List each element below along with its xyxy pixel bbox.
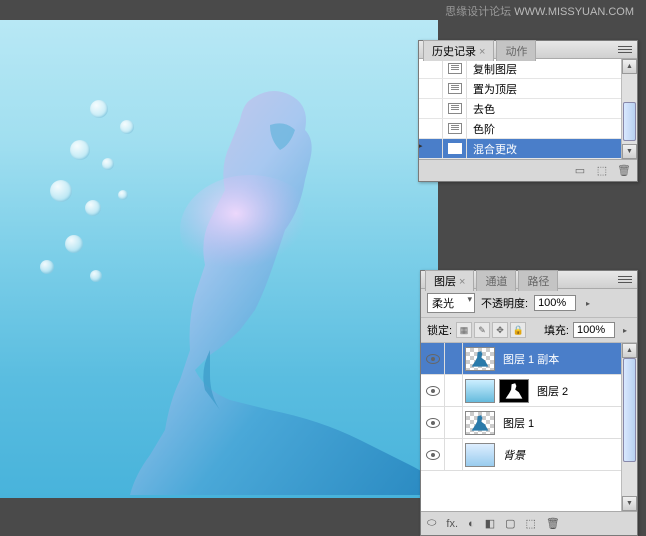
opacity-flyout-icon[interactable]: ▸	[582, 299, 594, 308]
layer-row[interactable]: 图层 1	[421, 407, 621, 439]
lock-paint-icon[interactable]: ✎	[474, 322, 490, 338]
panel-menu-icon[interactable]	[617, 274, 633, 286]
fill-flyout-icon[interactable]: ▸	[619, 326, 631, 335]
history-pointer-icon: ▸	[419, 139, 423, 152]
history-panel-header[interactable]: 历史记录× 动作	[419, 41, 637, 59]
trash-icon[interactable]: 🗑	[617, 164, 631, 178]
history-item[interactable]: 去色	[419, 99, 621, 119]
history-item[interactable]: 复制图层	[419, 59, 621, 79]
tab-history[interactable]: 历史记录×	[423, 40, 494, 61]
layer-row-selected[interactable]: 图层 1 副本	[421, 343, 621, 375]
opacity-label: 不透明度:	[481, 295, 528, 311]
visibility-icon[interactable]	[426, 450, 440, 460]
scroll-down-icon[interactable]: ▼	[622, 144, 637, 159]
layers-panel: 图层× 通道 路径 柔光 不透明度: 100% ▸ 锁定: ▦ ✎ ✥ 🔒 填充:…	[420, 270, 638, 536]
new-doc-icon[interactable]: ⬚	[595, 164, 609, 178]
lock-label: 锁定:	[427, 322, 452, 338]
visibility-icon[interactable]	[426, 354, 440, 364]
scroll-down-icon[interactable]: ▼	[622, 496, 637, 511]
layer-group-icon[interactable]: ▢	[505, 517, 515, 530]
history-list: 复制图层 置为顶层 去色 色阶 ▸混合更改	[419, 59, 621, 159]
watermark: 思缘设计论坛 WWW.MISSYUAN.COM	[445, 3, 634, 19]
layer-thumbnail[interactable]	[465, 379, 495, 403]
scroll-thumb[interactable]	[623, 102, 636, 141]
new-layer-icon[interactable]: ⬚	[526, 517, 536, 530]
history-item[interactable]: 色阶	[419, 119, 621, 139]
fill-label: 填充:	[544, 322, 569, 338]
document-canvas[interactable]	[0, 20, 438, 498]
layer-mask-icon[interactable]: ◐	[468, 518, 475, 530]
scroll-up-icon[interactable]: ▲	[622, 59, 637, 74]
blend-mode-select[interactable]: 柔光	[427, 293, 475, 313]
layer-name[interactable]: 图层 2	[531, 383, 568, 399]
tab-paths[interactable]: 路径	[518, 270, 558, 291]
layers-panel-header[interactable]: 图层× 通道 路径	[421, 271, 637, 289]
layer-thumbnail[interactable]	[465, 411, 495, 435]
visibility-icon[interactable]	[426, 418, 440, 428]
lock-transparency-icon[interactable]: ▦	[456, 322, 472, 338]
history-item[interactable]: 置为顶层	[419, 79, 621, 99]
layer-row[interactable]: 图层 2	[421, 375, 621, 407]
figure-artwork	[110, 80, 438, 498]
history-panel: 历史记录× 动作 复制图层 置为顶层 去色 色阶 ▸混合更改 ▲ ▼ ▭ ⬚ 🗑	[418, 40, 638, 182]
tab-actions[interactable]: 动作	[496, 40, 536, 61]
layer-name[interactable]: 图层 1	[497, 415, 534, 431]
panel-menu-icon[interactable]	[617, 44, 633, 56]
lock-position-icon[interactable]: ✥	[492, 322, 508, 338]
layers-footer: ⬭ fx. ◐ ◧ ▢ ⬚ 🗑	[421, 511, 637, 535]
scrollbar-vertical[interactable]: ▲ ▼	[621, 59, 637, 159]
layer-fx-icon[interactable]: fx.	[446, 518, 458, 530]
layer-thumbnail[interactable]	[465, 443, 495, 467]
new-snapshot-icon[interactable]: ▭	[573, 164, 587, 178]
history-step-icon	[448, 143, 462, 154]
lock-all-icon[interactable]: 🔒	[510, 322, 526, 338]
history-step-icon	[448, 83, 462, 94]
layer-row[interactable]: 背景	[421, 439, 621, 471]
scroll-up-icon[interactable]: ▲	[622, 343, 637, 358]
tab-layers[interactable]: 图层×	[425, 270, 474, 291]
history-step-icon	[448, 123, 462, 134]
trash-icon[interactable]: 🗑	[546, 517, 560, 530]
history-step-icon	[448, 103, 462, 114]
adjustment-layer-icon[interactable]: ◧	[485, 517, 495, 530]
scrollbar-vertical[interactable]: ▲ ▼	[621, 343, 637, 511]
close-icon[interactable]: ×	[479, 46, 485, 58]
visibility-icon[interactable]	[426, 386, 440, 396]
layer-name[interactable]: 背景	[497, 447, 525, 463]
layer-name[interactable]: 图层 1 副本	[497, 351, 559, 367]
fill-input[interactable]: 100%	[573, 322, 615, 338]
history-step-icon	[448, 63, 462, 74]
history-footer: ▭ ⬚ 🗑	[419, 159, 637, 181]
opacity-input[interactable]: 100%	[534, 295, 576, 311]
layers-list: 图层 1 副本 图层 2 图层 1 背景	[421, 343, 621, 511]
layer-mask-thumbnail[interactable]	[499, 379, 529, 403]
link-layers-icon[interactable]: ⬭	[427, 517, 436, 530]
scroll-thumb[interactable]	[623, 358, 636, 462]
lock-buttons: ▦ ✎ ✥ 🔒	[456, 322, 526, 338]
tab-channels[interactable]: 通道	[476, 270, 516, 291]
close-icon[interactable]: ×	[459, 276, 465, 288]
layer-thumbnail[interactable]	[465, 347, 495, 371]
history-item-selected[interactable]: ▸混合更改	[419, 139, 621, 159]
